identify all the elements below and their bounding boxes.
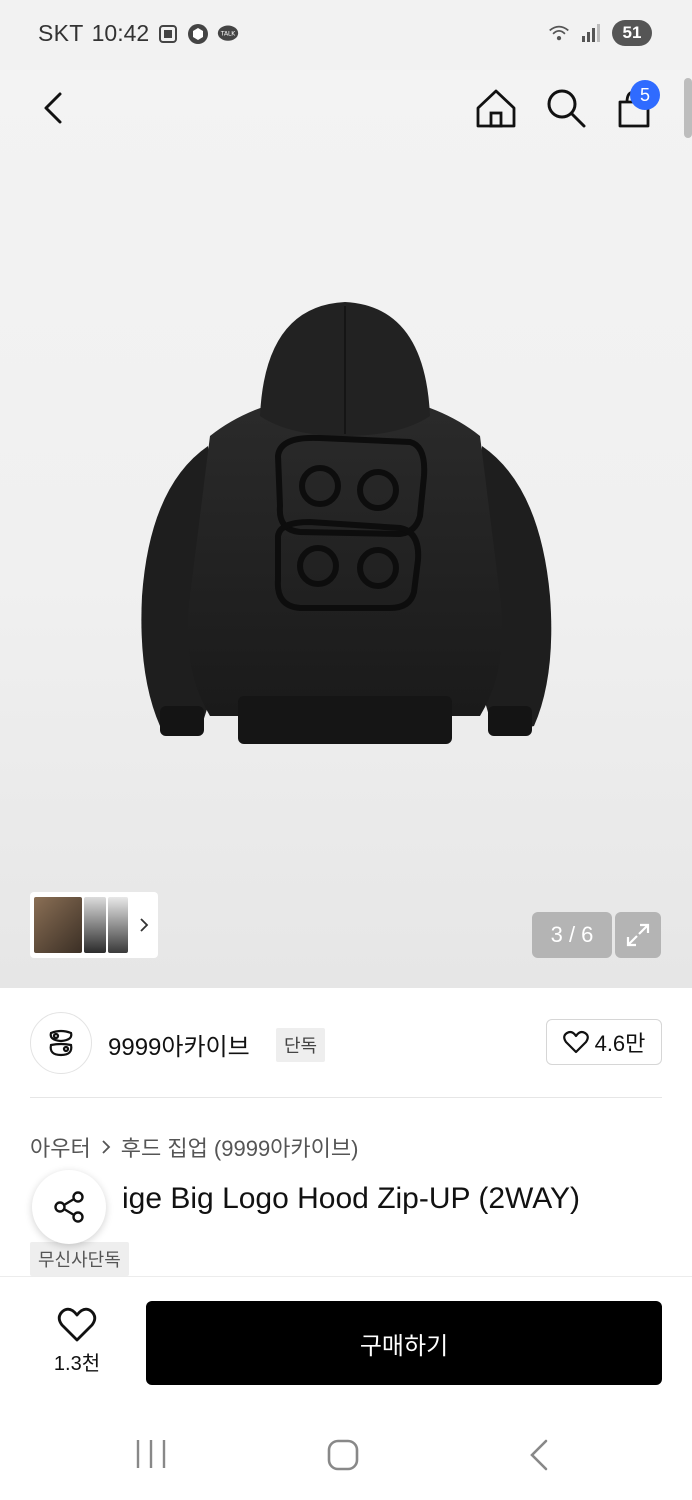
- brand-logo[interactable]: [30, 1012, 92, 1074]
- heart-icon: [562, 1030, 589, 1054]
- product-title: ige Big Logo Hood Zip-UP (2WAY): [30, 1182, 670, 1216]
- breadcrumb-subcategory[interactable]: 후드 집업 (9999아카이브): [121, 1131, 359, 1163]
- breadcrumb-category[interactable]: 아우터: [30, 1131, 91, 1163]
- screenshot-icon: [157, 23, 179, 45]
- thumbnail-image[interactable]: [84, 897, 106, 953]
- breadcrumb: 아우터 후드 집업 (9999아카이브): [30, 1131, 358, 1163]
- gallery-page-indicator: 3 / 6: [532, 912, 612, 958]
- search-button[interactable]: [544, 86, 588, 130]
- system-navigation-bar: [0, 1410, 692, 1500]
- thumbnail-strip[interactable]: [30, 892, 158, 958]
- purchase-bar: 1.3천 구매하기: [0, 1276, 692, 1410]
- wifi-icon: [548, 22, 570, 44]
- recent-apps-icon[interactable]: [134, 1438, 168, 1470]
- talk-icon: TALK: [217, 23, 239, 45]
- share-button[interactable]: [32, 1170, 106, 1244]
- share-icon: [54, 1191, 84, 1223]
- thumbnail-image[interactable]: [108, 897, 128, 953]
- heart-icon: [57, 1307, 97, 1342]
- brand-like-button[interactable]: 4.6만: [546, 1019, 662, 1065]
- back-arrow-icon: [44, 92, 62, 124]
- wishlist-count: 1.3천: [53, 1353, 101, 1375]
- brand-row[interactable]: 9999아카이브 단독 4.6만: [30, 1012, 662, 1074]
- wishlist-button[interactable]: 1.3천: [40, 1307, 114, 1377]
- clock: 10:42: [91, 20, 150, 46]
- product-title-text: ige Big Logo Hood Zip-UP (2WAY): [122, 1182, 580, 1215]
- expand-icon: [626, 923, 650, 947]
- brand-name[interactable]: 9999아카이브: [108, 1027, 250, 1062]
- musinsa-exclusive-tag: 무신사단독: [30, 1242, 129, 1276]
- chevron-right-icon: [102, 1140, 111, 1154]
- carrier-label: SKT: [38, 20, 84, 46]
- signal-icon: [580, 22, 602, 44]
- status-left: SKT 10:42 TALK: [38, 20, 239, 47]
- divider: [30, 1097, 662, 1098]
- back-nav-icon[interactable]: [524, 1438, 554, 1472]
- brand-like-count: 4.6만: [594, 1031, 646, 1056]
- thumbnail-image[interactable]: [34, 897, 82, 953]
- cart-count-badge: 5: [630, 80, 660, 110]
- fullscreen-button[interactable]: [615, 912, 661, 958]
- back-button[interactable]: [34, 88, 74, 128]
- product-gallery[interactable]: 5 3 / 6: [0, 70, 692, 988]
- brand-logo-icon: [49, 1029, 73, 1057]
- status-bar: SKT 10:42 TALK 51: [0, 0, 692, 70]
- search-icon: [547, 89, 586, 128]
- cube-app-icon: [187, 23, 209, 45]
- battery-indicator: 51: [612, 20, 652, 46]
- status-right: 51: [548, 20, 652, 46]
- home-nav-icon[interactable]: [326, 1438, 360, 1472]
- brand-exclusive-tag: 단독: [276, 1028, 326, 1062]
- home-button[interactable]: [474, 86, 518, 130]
- home-icon: [476, 89, 516, 128]
- product-image: [141, 302, 552, 744]
- chevron-right-icon: [140, 918, 149, 932]
- buy-button[interactable]: 구매하기: [146, 1301, 662, 1385]
- scrollbar[interactable]: [684, 78, 692, 138]
- svg-text:TALK: TALK: [220, 31, 235, 37]
